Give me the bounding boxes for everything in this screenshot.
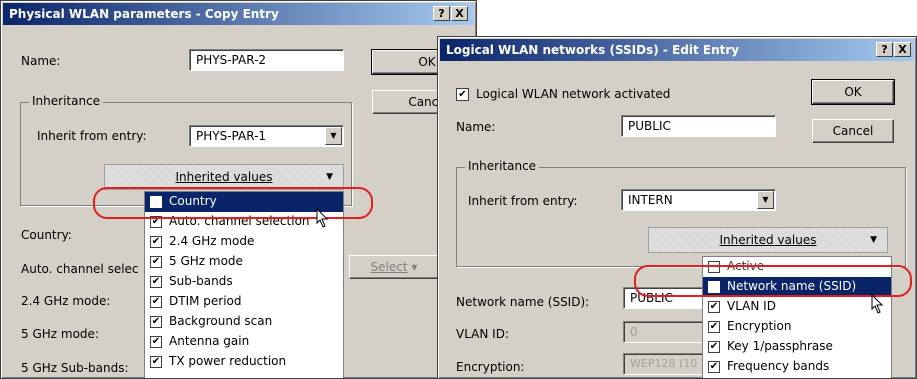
checkbox-icon[interactable]: ✔ bbox=[150, 296, 162, 308]
select-label: Select bbox=[370, 260, 408, 274]
chevron-down-icon: ▼ bbox=[870, 235, 877, 245]
highlight-oval bbox=[93, 187, 373, 219]
checkbox-icon[interactable]: ✔ bbox=[150, 356, 162, 368]
5ghz-mode-label: 5 GHz mode: bbox=[21, 327, 99, 341]
dialog-title: Physical WLAN parameters - Copy Entry ? … bbox=[3, 3, 474, 25]
inherit-from-label: Inherit from entry: bbox=[37, 129, 147, 143]
menu-item-tx-power[interactable]: ✔ TX power reduction bbox=[145, 352, 343, 372]
close-button[interactable]: X bbox=[894, 42, 911, 57]
menu-item-label: 2.4 GHz mode bbox=[169, 234, 255, 248]
checkbox-icon[interactable]: ✔ bbox=[150, 236, 162, 248]
menu-item-label: Sub-bands bbox=[169, 274, 233, 288]
menu-item-vlan-id[interactable]: ✔ VLAN ID bbox=[703, 297, 891, 317]
menu-item-5ghz-mode[interactable]: ✔ 5 GHz mode bbox=[145, 252, 343, 272]
checkbox-icon[interactable]: ✔ bbox=[708, 301, 720, 313]
inherited-values-button[interactable]: Inherited values ▼ bbox=[648, 227, 888, 253]
dialog-title-text: Physical WLAN parameters - Copy Entry bbox=[9, 7, 279, 21]
menu-item-antenna-gain[interactable]: ✔ Antenna gain bbox=[145, 332, 343, 352]
menu-item-background-scan[interactable]: ✔ Background scan bbox=[145, 312, 343, 332]
menu-item-label: Background scan bbox=[169, 314, 273, 328]
inherited-values-label: Inherited values bbox=[719, 233, 817, 247]
checkbox-icon[interactable]: ✔ bbox=[708, 361, 720, 373]
menu-item-label: Encryption bbox=[727, 319, 792, 333]
checkbox-icon[interactable]: ✔ bbox=[150, 316, 162, 328]
close-button[interactable]: X bbox=[451, 6, 468, 21]
checkbox-icon[interactable]: ✔ bbox=[150, 276, 162, 288]
name-label: Name: bbox=[456, 120, 496, 134]
dialog-title: Logical WLAN networks (SSIDs) - Edit Ent… bbox=[440, 39, 914, 61]
chevron-down-icon[interactable]: ▼ bbox=[325, 127, 342, 145]
select-button[interactable]: Select ▾ bbox=[349, 255, 439, 279]
menu-item-label: Antenna gain bbox=[169, 334, 250, 348]
encryption-label: Encryption: bbox=[456, 360, 525, 374]
chevron-down-icon: ▼ bbox=[326, 172, 333, 182]
name-input[interactable]: PHYS-PAR-2 bbox=[189, 49, 344, 71]
physical-wlan-dialog: Physical WLAN parameters - Copy Entry ? … bbox=[0, 0, 477, 379]
checkbox-icon[interactable]: ✔ bbox=[150, 256, 162, 268]
cancel-button[interactable]: Cancel bbox=[812, 119, 894, 143]
checkbox-icon[interactable]: ✔ bbox=[708, 341, 720, 353]
encryption-select[interactable]: WEP128 (10 bbox=[623, 353, 703, 375]
menu-item-24ghz-mode[interactable]: ✔ 2.4 GHz mode bbox=[145, 232, 343, 252]
menu-item-key-passphrase[interactable]: ✔ Key 1/passphrase bbox=[703, 337, 891, 357]
help-button[interactable]: ? bbox=[433, 6, 450, 21]
dialog-title-text: Logical WLAN networks (SSIDs) - Edit Ent… bbox=[446, 43, 740, 57]
inheritance-title: Inheritance bbox=[29, 94, 104, 108]
mouse-cursor-icon bbox=[871, 293, 884, 314]
auto-channel-label: Auto. channel selec bbox=[21, 262, 139, 276]
inheritance-title: Inheritance bbox=[465, 159, 540, 173]
menu-item-label: TX power reduction bbox=[169, 354, 287, 368]
help-button[interactable]: ? bbox=[876, 42, 893, 57]
menu-item-dtim-period[interactable]: ✔ DTIM period bbox=[145, 292, 343, 312]
mouse-cursor-icon bbox=[316, 207, 329, 228]
inherit-from-value: PHYS-PAR-1 bbox=[196, 129, 267, 143]
menu-item-encryption[interactable]: ✔ Encryption bbox=[703, 317, 891, 337]
activated-label: Logical WLAN network activated bbox=[476, 87, 671, 101]
menu-item-sub-bands[interactable]: ✔ Sub-bands bbox=[145, 272, 343, 292]
name-label: Name: bbox=[21, 54, 61, 68]
chevron-down-icon[interactable]: ▼ bbox=[757, 191, 774, 209]
menu-item-label: Frequency bands bbox=[727, 359, 830, 373]
checkbox-icon[interactable]: ✔ bbox=[150, 336, 162, 348]
vlan-input[interactable]: 0 bbox=[623, 321, 703, 343]
inherit-from-select[interactable]: PHYS-PAR-1 ▼ bbox=[189, 125, 344, 147]
inherit-from-label: Inherit from entry: bbox=[468, 194, 578, 208]
logical-wlan-dialog: Logical WLAN networks (SSIDs) - Edit Ent… bbox=[437, 36, 917, 379]
country-label: Country: bbox=[21, 228, 72, 242]
inherited-values-label: Inherited values bbox=[175, 170, 273, 184]
ok-button[interactable]: OK bbox=[811, 79, 895, 105]
24ghz-mode-label: 2.4 GHz mode: bbox=[21, 294, 111, 308]
activated-checkbox[interactable]: ✔ bbox=[456, 88, 469, 101]
menu-item-label: VLAN ID bbox=[727, 299, 776, 313]
menu-item-label: Key 1/passphrase bbox=[727, 339, 833, 353]
name-input[interactable]: PUBLIC bbox=[621, 115, 776, 137]
menu-item-label: DTIM period bbox=[169, 294, 242, 308]
5ghz-subbands-label: 5 GHz Sub-bands: bbox=[21, 361, 129, 375]
vlan-label: VLAN ID: bbox=[456, 327, 509, 341]
inherit-from-value: INTERN bbox=[628, 193, 673, 207]
checkbox-icon[interactable]: ✔ bbox=[708, 321, 720, 333]
menu-item-label: 5 GHz mode bbox=[169, 254, 243, 268]
inherit-from-select[interactable]: INTERN ▼ bbox=[621, 189, 776, 211]
ssid-label: Network name (SSID): bbox=[456, 295, 590, 309]
menu-item-frequency-bands[interactable]: ✔ Frequency bands bbox=[703, 357, 891, 377]
